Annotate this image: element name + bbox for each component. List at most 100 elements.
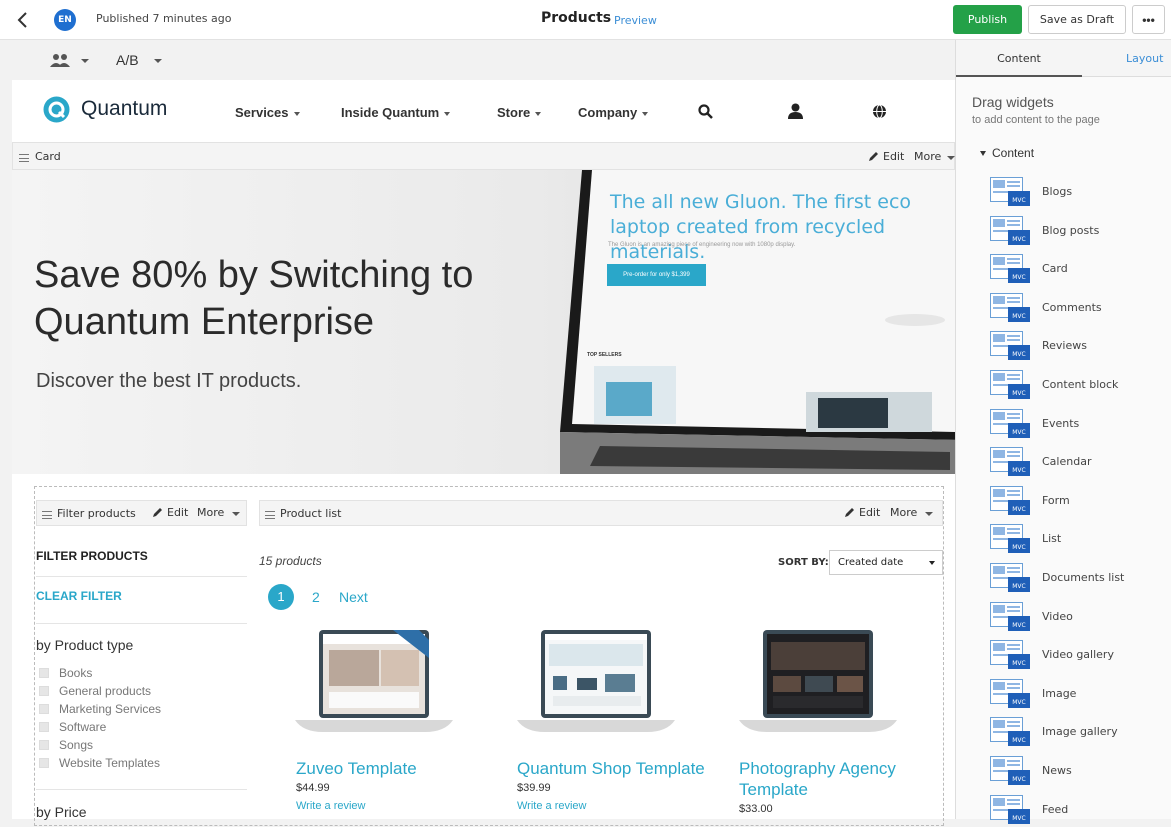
globe-icon[interactable] xyxy=(872,104,887,119)
hero-card: Save 80% by Switching to Quantum Enterpr… xyxy=(12,170,955,474)
card-more-button[interactable]: More xyxy=(914,150,941,163)
product-list-widget-bar[interactable]: Product list Edit More xyxy=(259,500,943,526)
widget-video-gallery[interactable]: MVC Video gallery xyxy=(990,638,1160,672)
widget-image[interactable]: MVC Image xyxy=(990,677,1160,711)
pencil-icon[interactable] xyxy=(868,151,879,162)
widget-label: Blogs xyxy=(1042,185,1073,198)
product-list-label: Product list xyxy=(280,507,342,520)
save-as-draft-button[interactable]: Save as Draft xyxy=(1028,5,1126,34)
widget-video[interactable]: MVC Video xyxy=(990,600,1160,634)
product-price: $44.99 xyxy=(296,782,330,794)
widget-feed[interactable]: MVC Feed xyxy=(990,793,1160,827)
product-title-zuveo[interactable]: Zuveo Template xyxy=(296,758,417,779)
card-widget-bar[interactable]: Card Edit More xyxy=(12,142,955,170)
sort-select[interactable]: Created date xyxy=(829,550,943,575)
widget-calendar[interactable]: MVC Calendar xyxy=(990,445,1160,479)
widget-content-block[interactable]: MVC Content block xyxy=(990,368,1160,402)
sort-value: Created date xyxy=(838,557,904,568)
write-review-link[interactable]: Write a review xyxy=(296,800,365,812)
ab-dropdown-icon[interactable] xyxy=(154,59,162,63)
widget-form[interactable]: MVC Form xyxy=(990,484,1160,518)
pencil-icon[interactable] xyxy=(844,507,855,518)
user-avatar[interactable]: EN xyxy=(54,9,76,31)
image-widget-icon: MVC xyxy=(990,678,1030,708)
product-price: $39.99 xyxy=(517,782,551,794)
write-review-link[interactable]: Write a review xyxy=(517,800,586,812)
site-header: Quantum Services Inside Quantum Store Co… xyxy=(12,80,955,142)
personas-dropdown-icon[interactable] xyxy=(81,59,89,63)
widget-news[interactable]: MVC News xyxy=(990,754,1160,788)
drag-handle-icon[interactable] xyxy=(19,151,33,164)
checkbox-books[interactable] xyxy=(39,668,49,678)
widget-documents-list[interactable]: MVC Documents list xyxy=(990,561,1160,595)
checkbox-songs[interactable] xyxy=(39,740,49,750)
top-sellers-label: TOP SELLERS xyxy=(587,352,622,358)
widget-blog-posts[interactable]: MVC Blog posts xyxy=(990,214,1160,248)
top-bar: EN Published 7 minutes ago Products Prev… xyxy=(0,0,1171,40)
feed-widget-icon: MVC xyxy=(990,794,1030,824)
widget-label: Calendar xyxy=(1042,455,1092,469)
filter-widget-bar[interactable]: Filter products Edit More xyxy=(36,500,247,526)
checkbox-marketing-services[interactable] xyxy=(39,704,49,714)
drag-handle-icon[interactable] xyxy=(265,508,279,521)
product-list-edit-button[interactable]: Edit xyxy=(859,506,880,519)
product-price: $33.00 xyxy=(739,803,773,815)
card-edit-button[interactable]: Edit xyxy=(883,150,904,163)
filter-group-product-type: by Product type xyxy=(36,637,134,653)
documents-list-widget-icon: MVC xyxy=(990,563,1030,592)
personas-icon[interactable] xyxy=(50,53,70,67)
widget-label: Documents list xyxy=(1042,571,1125,584)
tab-layout[interactable]: Layout xyxy=(1126,40,1163,77)
checkbox-website-templates[interactable] xyxy=(39,758,49,768)
widget-card[interactable]: MVC Card xyxy=(990,252,1160,286)
user-icon[interactable] xyxy=(788,103,803,119)
mvc-badge: MVC xyxy=(1012,313,1025,320)
widget-events[interactable]: MVC Events xyxy=(990,407,1160,441)
back-arrow-icon[interactable] xyxy=(16,11,30,29)
nav-company[interactable]: Company xyxy=(578,105,649,120)
next-page-link[interactable]: Next xyxy=(339,589,368,605)
widget-list[interactable]: MVC List xyxy=(990,522,1160,556)
laptop-description: The Gluon is an amazing piece of enginee… xyxy=(608,242,796,248)
clear-filter-link[interactable]: CLEAR FILTER xyxy=(36,589,122,603)
product-image-quantum-shop[interactable] xyxy=(517,628,675,738)
chevron-down-icon xyxy=(293,111,300,116)
pencil-icon[interactable] xyxy=(152,507,163,518)
sort-by-label: SORT BY: xyxy=(778,557,829,568)
checkbox-software[interactable] xyxy=(39,722,49,732)
chevron-down-icon xyxy=(444,111,451,116)
page-1-button[interactable]: 1 xyxy=(268,584,294,610)
drag-widgets-title: Drag widgets xyxy=(972,94,1054,110)
ab-test-menu[interactable]: A/B xyxy=(116,52,139,68)
nav-services[interactable]: Services xyxy=(235,105,300,120)
publish-button[interactable]: Publish xyxy=(953,5,1022,34)
filter-more-button[interactable]: More xyxy=(197,506,224,519)
checkbox-label: Marketing Services xyxy=(59,702,162,716)
checkbox-general-products[interactable] xyxy=(39,686,49,696)
nav-store[interactable]: Store xyxy=(497,105,542,120)
preview-link[interactable]: Preview xyxy=(614,14,657,27)
checkbox-label: Website Templates xyxy=(59,756,160,770)
page-2-link[interactable]: 2 xyxy=(312,589,320,605)
tab-content[interactable]: Content xyxy=(956,40,1082,77)
filter-group-price: by Price xyxy=(36,804,87,820)
filter-edit-button[interactable]: Edit xyxy=(167,506,188,519)
search-icon[interactable] xyxy=(698,104,713,119)
chevron-down-icon xyxy=(929,561,935,565)
nav-inside-quantum[interactable]: Inside Quantum xyxy=(341,105,451,120)
widget-comments[interactable]: MVC Comments xyxy=(990,291,1160,325)
widget-image-gallery[interactable]: MVC Image gallery xyxy=(990,715,1160,749)
product-image-photography-agency[interactable] xyxy=(739,628,897,738)
card-widget-label: Card xyxy=(35,150,61,163)
widget-reviews[interactable]: MVC Reviews xyxy=(990,329,1160,363)
nav-label: Store xyxy=(497,105,531,120)
filter-title: FILTER PRODUCTS xyxy=(36,549,148,563)
product-list-more-button[interactable]: More xyxy=(890,506,917,519)
product-image-zuveo[interactable] xyxy=(295,628,453,738)
drag-handle-icon[interactable] xyxy=(42,508,56,521)
widget-blogs[interactable]: MVC Blogs xyxy=(990,175,1160,209)
product-title-quantum-shop[interactable]: Quantum Shop Template xyxy=(517,758,705,779)
content-section-toggle[interactable]: Content xyxy=(980,146,1034,160)
more-options-button[interactable]: ••• xyxy=(1132,5,1165,34)
product-title-photography-agency[interactable]: Photography Agency Template xyxy=(739,758,929,800)
